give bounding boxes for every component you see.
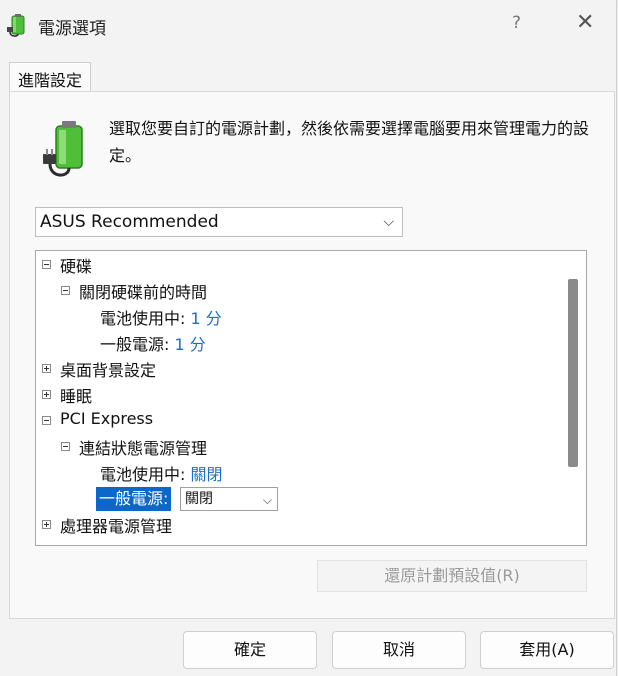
tree-label: 睡眠 <box>60 387 93 406</box>
setting-label: 電池使用中: <box>100 465 186 484</box>
tree-label: 桌面背景設定 <box>60 361 157 380</box>
tree-label: 處理器電源管理 <box>60 517 173 536</box>
ok-button[interactable]: 確定 <box>183 631 317 669</box>
power-plan-value: ASUS Recommended <box>40 212 219 232</box>
help-button[interactable]: ? <box>512 13 521 33</box>
apply-button[interactable]: 套用(A) <box>480 631 614 669</box>
tree-label: 關閉硬碟前的時間 <box>79 283 208 302</box>
tree-setting-pci-battery[interactable]: 電池使用中: 關閉 <box>100 461 223 485</box>
collapse-icon[interactable] <box>42 260 51 269</box>
window-title: 電源選項 <box>38 19 106 39</box>
battery-plug-icon <box>43 121 83 177</box>
cancel-button[interactable]: 取消 <box>332 631 466 669</box>
setting-label: 一般電源: <box>100 335 170 354</box>
collapse-icon[interactable] <box>61 442 70 451</box>
setting-value[interactable]: 1 分 <box>175 335 206 354</box>
power-plan-select[interactable]: ASUS Recommended ⌵ <box>35 207 403 237</box>
expand-icon[interactable] <box>42 520 51 529</box>
advanced-settings-panel: 選取您要自訂的電源計劃，然後依需要選擇電腦要用來管理電力的設定。 ASUS Re… <box>9 91 615 619</box>
tree-setting-pci-plugged[interactable]: 一般電源: 關閉 ⌵ <box>96 487 286 511</box>
tree-setting-disk-battery[interactable]: 電池使用中: 1 分 <box>100 305 222 329</box>
close-button[interactable]: ✕ <box>576 10 594 35</box>
expand-icon[interactable] <box>42 364 51 373</box>
tree-label: PCI Express <box>60 409 154 428</box>
setting-select-value: 關閉 <box>185 491 213 507</box>
chevron-down-icon: ⌵ <box>262 493 272 507</box>
settings-tree[interactable]: 硬碟 關閉硬碟前的時間 電池使用中: 1 分 一般電源: 1 分 桌面背景設定 <box>35 250 587 546</box>
tab-strip: 進階設定 <box>9 62 92 95</box>
title-bar: 電源選項 ? ✕ <box>0 0 616 52</box>
power-options-dialog: 電源選項 ? ✕ 進階設定 選取您要自訂的電源計劃，然後依需要選擇電腦要用來管理… <box>0 0 617 676</box>
setting-value[interactable]: 關閉 <box>191 465 223 484</box>
collapse-icon[interactable] <box>61 286 70 295</box>
tree-label: 硬碟 <box>60 257 93 276</box>
restore-defaults-button[interactable]: 還原計劃預設值(R) <box>317 560 587 592</box>
setting-label-selected: 一般電源: <box>96 487 172 511</box>
setting-value[interactable]: 1 分 <box>191 309 222 328</box>
tree-label: 連結狀態電源管理 <box>79 439 208 458</box>
tree-scrollbar-thumb[interactable] <box>568 279 578 467</box>
setting-label: 電池使用中: <box>100 309 186 328</box>
expand-icon[interactable] <box>42 390 51 399</box>
collapse-icon[interactable] <box>42 416 51 425</box>
description-text: 選取您要自訂的電源計劃，然後依需要選擇電腦要用來管理電力的設定。 <box>109 119 590 165</box>
tree-setting-disk-plugged[interactable]: 一般電源: 1 分 <box>100 331 206 355</box>
battery-plug-icon <box>7 14 25 37</box>
chevron-down-icon: ⌵ <box>383 214 394 230</box>
setting-value-select[interactable]: 關閉 ⌵ <box>180 487 278 511</box>
